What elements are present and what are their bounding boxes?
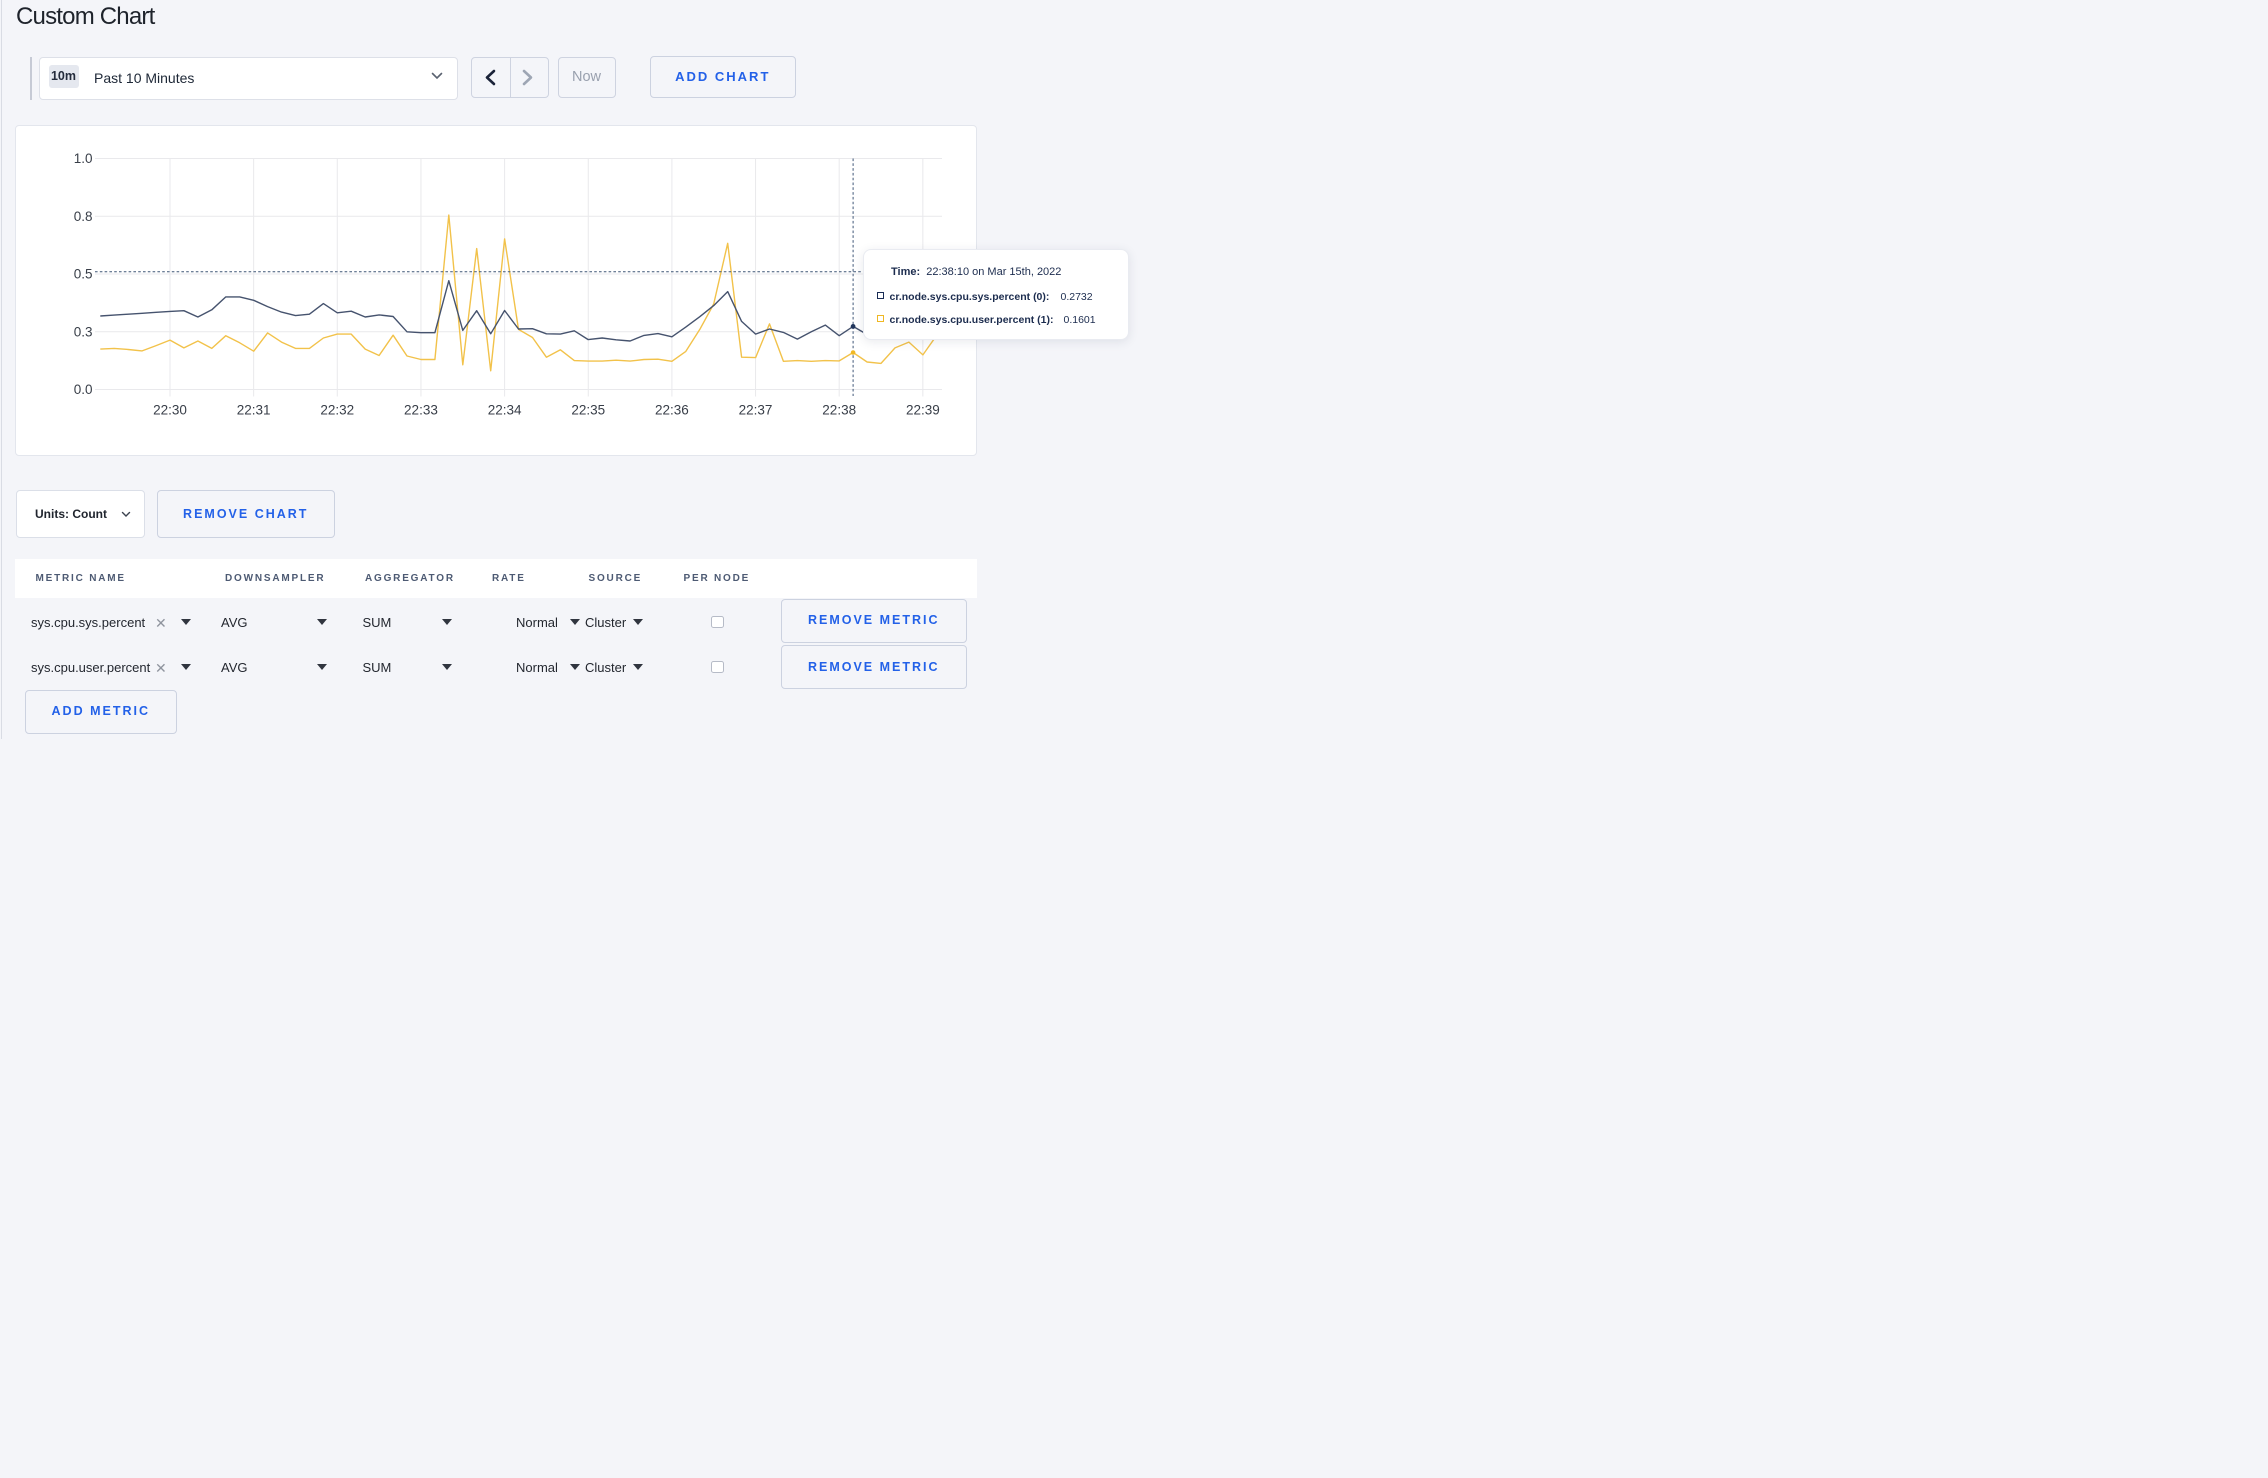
svg-text:22:33: 22:33 (404, 403, 438, 418)
svg-text:22:39: 22:39 (906, 403, 940, 418)
svg-text:22:34: 22:34 (488, 403, 522, 418)
svg-text:0.5: 0.5 (74, 267, 93, 282)
svg-text:22:35: 22:35 (571, 403, 605, 418)
svg-text:22:36: 22:36 (655, 403, 689, 418)
svg-text:22:31: 22:31 (237, 403, 271, 418)
svg-text:0.3: 0.3 (74, 324, 93, 339)
svg-text:0.8: 0.8 (74, 209, 93, 224)
svg-text:22:32: 22:32 (320, 403, 354, 418)
svg-text:22:38: 22:38 (822, 403, 856, 418)
svg-text:0.0: 0.0 (74, 382, 93, 397)
svg-text:1.0: 1.0 (74, 151, 93, 166)
svg-text:22:30: 22:30 (153, 403, 187, 418)
svg-text:22:37: 22:37 (739, 403, 773, 418)
